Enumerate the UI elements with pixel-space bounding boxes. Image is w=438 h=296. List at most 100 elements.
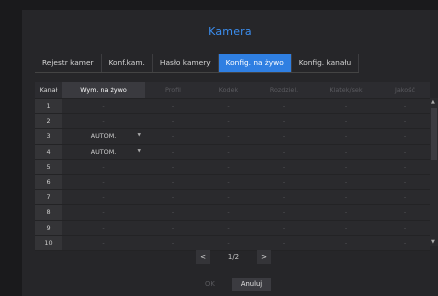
table-scrollbar[interactable]: ▲ ▼: [430, 98, 438, 246]
table-cell: -: [380, 174, 430, 191]
table-cell: -: [380, 220, 430, 236]
table-cell: -: [312, 220, 380, 236]
table-cell: -: [145, 113, 201, 130]
tab-camera-password[interactable]: Hasło kamery: [153, 54, 219, 72]
table-cell: -: [145, 235, 201, 251]
table-row: 2------: [35, 113, 430, 130]
scroll-thumb[interactable]: [431, 108, 437, 160]
table-cell: -: [201, 174, 256, 191]
tab-bar: Rejestr kamer Konf.kam. Hasło kamery Kon…: [35, 54, 360, 73]
table-cell: -: [256, 174, 312, 191]
table-cell: -: [312, 113, 380, 130]
table-cell: -: [145, 204, 201, 221]
channel-number: 4: [35, 144, 62, 160]
dialog-buttons: OK Anuluj: [196, 278, 272, 291]
table-cell: -: [256, 189, 312, 206]
live-size-cell[interactable]: -: [62, 204, 145, 221]
table-cell: -: [380, 159, 430, 175]
table-row: 5------: [35, 159, 430, 175]
chevron-down-icon[interactable]: ▼: [138, 133, 141, 138]
header-resolution: Rozdziel.: [256, 82, 312, 99]
table-cell: -: [201, 189, 256, 206]
live-size-cell[interactable]: -: [62, 220, 145, 236]
table-cell: -: [380, 144, 430, 160]
page-indicator: 1/2: [227, 253, 240, 261]
header-quality: Jakość: [380, 82, 430, 99]
tab-camera-config[interactable]: Konf.kam.: [102, 54, 153, 72]
table-row: 6------: [35, 174, 430, 191]
tab-channel-config[interactable]: Konfig. kanału: [292, 54, 360, 72]
table-cell: -: [312, 204, 380, 221]
table-row: 8------: [35, 204, 430, 221]
channel-number: 9: [35, 220, 62, 236]
table-cell: -: [201, 159, 256, 175]
header-fps: Klatek/sek: [312, 82, 380, 99]
table-cell: -: [256, 159, 312, 175]
header-codec: Kodek: [201, 82, 256, 99]
chevron-down-icon[interactable]: ▼: [138, 149, 141, 154]
table-cell: -: [380, 128, 430, 145]
channel-number: 5: [35, 159, 62, 175]
live-size-cell[interactable]: -: [62, 113, 145, 130]
header-live-size[interactable]: Wym. na żywo: [62, 82, 145, 99]
table-cell: -: [312, 144, 380, 160]
table-cell: -: [256, 220, 312, 236]
table-cell: -: [312, 159, 380, 175]
table-row: 10- - - - - -: [35, 235, 430, 251]
dialog-title: Kamera: [208, 25, 252, 38]
table-cell: -: [201, 235, 256, 251]
channel-number: 1: [35, 98, 62, 115]
table-row: 3 AUTOM. ▼ - - - - -: [35, 128, 430, 145]
next-page-button[interactable]: >: [257, 250, 271, 264]
channel-number: 10: [35, 235, 62, 251]
table-cell: -: [256, 98, 312, 115]
table-cell: -: [145, 174, 201, 191]
table-cell: -: [380, 98, 430, 115]
ok-button[interactable]: OK: [196, 278, 224, 291]
table-cell: -: [145, 189, 201, 206]
table-cell: -: [201, 113, 256, 130]
table-cell: -: [201, 204, 256, 221]
table-cell: -: [312, 98, 380, 115]
table-row: 7------: [35, 189, 430, 206]
scroll-down-icon[interactable]: ▼: [431, 239, 435, 245]
live-size-cell[interactable]: -: [62, 235, 145, 251]
live-size-cell[interactable]: -: [62, 98, 145, 115]
table-cell: -: [312, 189, 380, 206]
pagination: < 1/2 >: [196, 250, 271, 264]
table-cell: -: [145, 98, 201, 115]
live-size-cell[interactable]: -: [62, 159, 145, 175]
live-size-cell[interactable]: AUTOM. ▼: [62, 128, 145, 145]
table-cell: -: [312, 174, 380, 191]
tab-live-config[interactable]: Konfig. na żywo: [218, 54, 292, 72]
table-row: 9------: [35, 220, 430, 236]
table-cell: -: [145, 159, 201, 175]
table-cell: -: [145, 144, 201, 160]
table-cell: -: [256, 144, 312, 160]
header-profile: Profil: [145, 82, 201, 99]
channel-number: 7: [35, 189, 62, 206]
table-cell: -: [256, 113, 312, 130]
table-cell: -: [201, 128, 256, 145]
scroll-up-icon[interactable]: ▲: [431, 99, 435, 105]
table-cell: -: [201, 220, 256, 236]
live-size-cell[interactable]: -: [62, 189, 145, 206]
table-cell: -: [256, 128, 312, 145]
live-config-table: Kanał Wym. na żywo Profil Kodek Rozdziel…: [35, 82, 430, 251]
tab-camera-register[interactable]: Rejestr kamer: [35, 54, 102, 72]
table-cell: -: [256, 204, 312, 221]
table-cell: -: [256, 235, 312, 251]
channel-number: 8: [35, 204, 62, 221]
table-cell: -: [380, 113, 430, 130]
channel-number: 3: [35, 128, 62, 145]
table-cell: -: [380, 235, 430, 251]
table-cell: -: [145, 220, 201, 236]
live-size-cell[interactable]: -: [62, 174, 145, 191]
cancel-button[interactable]: Anuluj: [231, 278, 272, 291]
prev-page-button[interactable]: <: [196, 250, 210, 264]
header-channel: Kanał: [35, 82, 62, 99]
table-cell: -: [145, 128, 201, 145]
channel-number: 6: [35, 174, 62, 191]
table-row: 4 AUTOM. ▼ - - - - -: [35, 144, 430, 160]
live-size-cell[interactable]: AUTOM. ▼: [62, 144, 145, 160]
